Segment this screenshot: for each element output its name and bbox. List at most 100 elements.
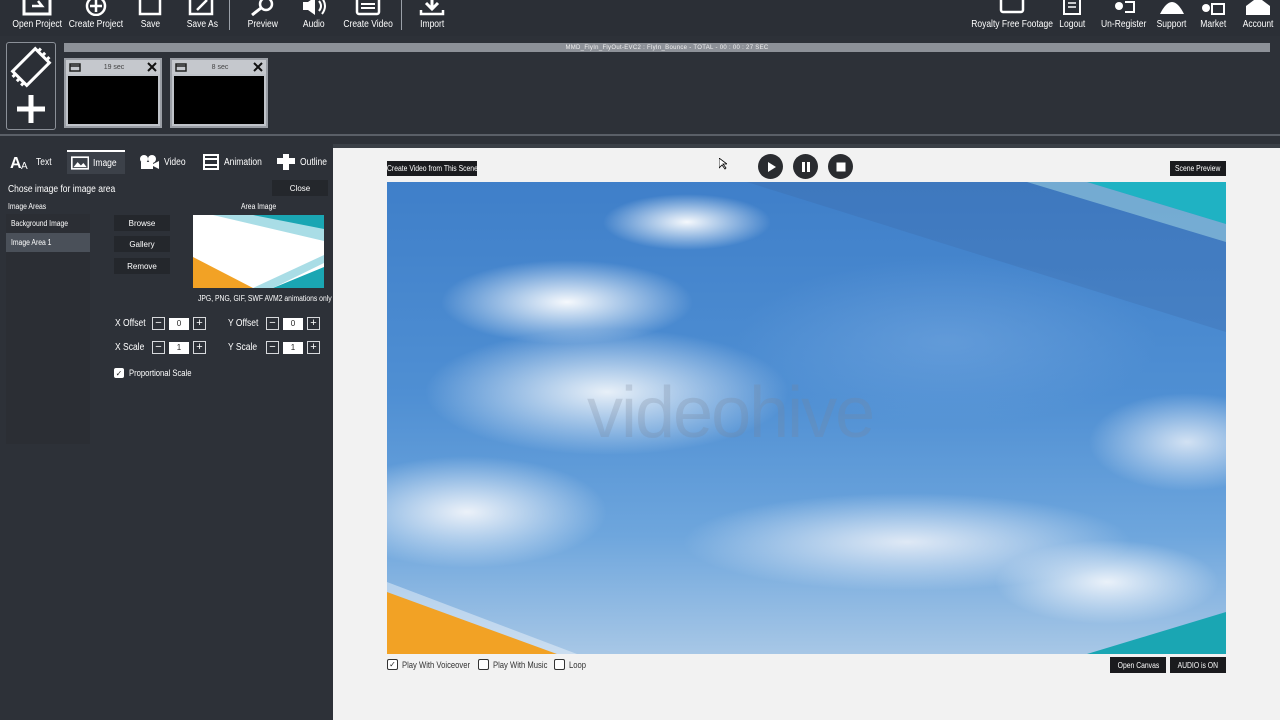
- area-item-label: Image Area 1: [11, 238, 52, 247]
- account-icon: [1246, 0, 1270, 15]
- toolbar-separator: [229, 0, 230, 30]
- list-item-image-area-1[interactable]: Image Area 1: [6, 233, 90, 252]
- audio-toggle-button[interactable]: AUDIO is ON: [1170, 657, 1226, 673]
- close-button[interactable]: Close: [272, 180, 328, 196]
- x-scale-stepper: − 1 +: [152, 341, 206, 354]
- play-button[interactable]: [758, 154, 783, 179]
- play-with-voiceover-checkbox[interactable]: ✓: [387, 659, 398, 670]
- panel-heading: Chose image for image area: [8, 184, 116, 195]
- add-scene-button[interactable]: [6, 42, 56, 130]
- remove-button[interactable]: Remove: [114, 258, 170, 274]
- list-item-background-image[interactable]: Background Image: [6, 214, 90, 233]
- plus-button[interactable]: +: [307, 341, 320, 354]
- y-offset-value[interactable]: 0: [283, 317, 303, 330]
- video-icon: [140, 155, 159, 169]
- timeline-title: MMD_FlyIn_FlyOut-EVC2 : FlyIn_Bounce - T…: [565, 44, 769, 51]
- preview-button[interactable]: Preview: [243, 0, 283, 36]
- plus-button[interactable]: +: [193, 317, 206, 330]
- scene-preview-button[interactable]: Scene Preview: [1170, 161, 1226, 176]
- x-scale-value[interactable]: 1: [169, 341, 189, 354]
- create-project-button[interactable]: Create Project: [68, 0, 124, 36]
- unregister-button[interactable]: Un-Register: [1100, 0, 1148, 36]
- save-as-label: Save As: [186, 19, 218, 30]
- loop-checkbox[interactable]: [554, 659, 565, 670]
- save-as-icon: [188, 0, 214, 16]
- logout-button[interactable]: Logout: [1056, 0, 1088, 36]
- loop-label: Loop: [569, 659, 587, 670]
- market-button[interactable]: Market: [1196, 0, 1230, 36]
- support-label: Support: [1157, 19, 1187, 30]
- tab-text[interactable]: AA Text: [6, 150, 58, 174]
- market-icon: [1202, 3, 1225, 15]
- logout-icon: [1063, 0, 1081, 15]
- create-video-from-scene-button[interactable]: Create Video from This Scene: [387, 161, 477, 176]
- close-icon[interactable]: [147, 62, 157, 72]
- minus-button[interactable]: −: [152, 317, 165, 330]
- close-icon[interactable]: [253, 62, 263, 72]
- pause-icon: [801, 161, 810, 172]
- film-icon: [10, 46, 52, 88]
- import-label: Import: [419, 19, 445, 30]
- remove-label: Remove: [127, 261, 157, 271]
- open-canvas-button[interactable]: Open Canvas: [1110, 657, 1166, 673]
- import-icon: [419, 0, 445, 16]
- stop-button[interactable]: [828, 154, 853, 179]
- save-icon: [138, 0, 162, 16]
- proportional-scale-checkbox[interactable]: ✓: [114, 368, 124, 378]
- area-image-preview[interactable]: [193, 215, 324, 288]
- toolbar-separator: [401, 0, 402, 30]
- browse-button[interactable]: Browse: [114, 215, 170, 231]
- outline-icon: [277, 154, 295, 170]
- plus-button[interactable]: +: [193, 341, 206, 354]
- timeline-bar: MMD_FlyIn_FlyOut-EVC2 : FlyIn_Bounce - T…: [64, 43, 1270, 52]
- play-with-music-option[interactable]: Play With Music: [478, 659, 557, 670]
- create-project-label: Create Project: [68, 19, 124, 30]
- royalty-free-footage-button[interactable]: Royalty Free Footage: [971, 0, 1053, 36]
- tab-outline[interactable]: Outline: [272, 150, 336, 174]
- audio-button[interactable]: Audio: [296, 0, 332, 36]
- tab-animation[interactable]: Animation: [198, 150, 272, 174]
- tab-image[interactable]: Image: [67, 150, 125, 174]
- play-with-music-checkbox[interactable]: [478, 659, 489, 670]
- preview-label: Preview: [247, 19, 279, 30]
- y-scale-stepper: − 1 +: [266, 341, 320, 354]
- minus-button[interactable]: −: [266, 341, 279, 354]
- scene-preview-canvas[interactable]: videohive: [387, 182, 1226, 654]
- panel-tabs: AA Text Image Video Animation Outline: [0, 148, 333, 174]
- minus-button[interactable]: −: [266, 317, 279, 330]
- plus-button[interactable]: +: [307, 317, 320, 330]
- account-button[interactable]: Account: [1240, 0, 1276, 36]
- import-button[interactable]: Import: [414, 0, 450, 36]
- loop-option[interactable]: Loop: [554, 659, 589, 670]
- y-scale-label: Y Scale: [228, 342, 258, 353]
- left-panel: AA Text Image Video Animation Outline Ch…: [0, 148, 333, 720]
- create-video-label: Create Video: [343, 19, 393, 30]
- x-offset-value[interactable]: 0: [169, 317, 189, 330]
- play-with-voiceover-option[interactable]: ✓ Play With Voiceover: [387, 659, 482, 670]
- save-button[interactable]: Save: [132, 0, 168, 36]
- tab-video[interactable]: Video: [134, 150, 193, 174]
- create-video-icon: [355, 0, 381, 16]
- preview-icon: [251, 0, 274, 16]
- support-button[interactable]: Support: [1154, 0, 1190, 36]
- support-icon: [1160, 2, 1184, 14]
- scene-thumbnail[interactable]: 19 sec: [64, 58, 162, 128]
- tab-video-label: Video: [164, 156, 186, 168]
- create-project-icon: [85, 0, 107, 16]
- stop-icon: [836, 162, 845, 171]
- scene-thumbnail[interactable]: 8 sec: [170, 58, 268, 128]
- create-video-button[interactable]: Create Video: [342, 0, 394, 36]
- scene-icon: [175, 62, 187, 72]
- x-scale-label: X Scale: [115, 342, 145, 353]
- play-with-voiceover-label: Play With Voiceover: [402, 659, 471, 670]
- audio-toggle-label: AUDIO is ON: [1177, 660, 1219, 670]
- save-as-button[interactable]: Save As: [182, 0, 222, 36]
- y-scale-value[interactable]: 1: [283, 341, 303, 354]
- proportional-scale-option[interactable]: ✓ Proportional Scale: [114, 368, 203, 378]
- pause-button[interactable]: [793, 154, 818, 179]
- open-project-button[interactable]: Open Project: [8, 0, 66, 36]
- gallery-button[interactable]: Gallery: [114, 236, 170, 252]
- text-icon: AA: [10, 155, 28, 170]
- open-canvas-label: Open Canvas: [1117, 660, 1159, 670]
- minus-button[interactable]: −: [152, 341, 165, 354]
